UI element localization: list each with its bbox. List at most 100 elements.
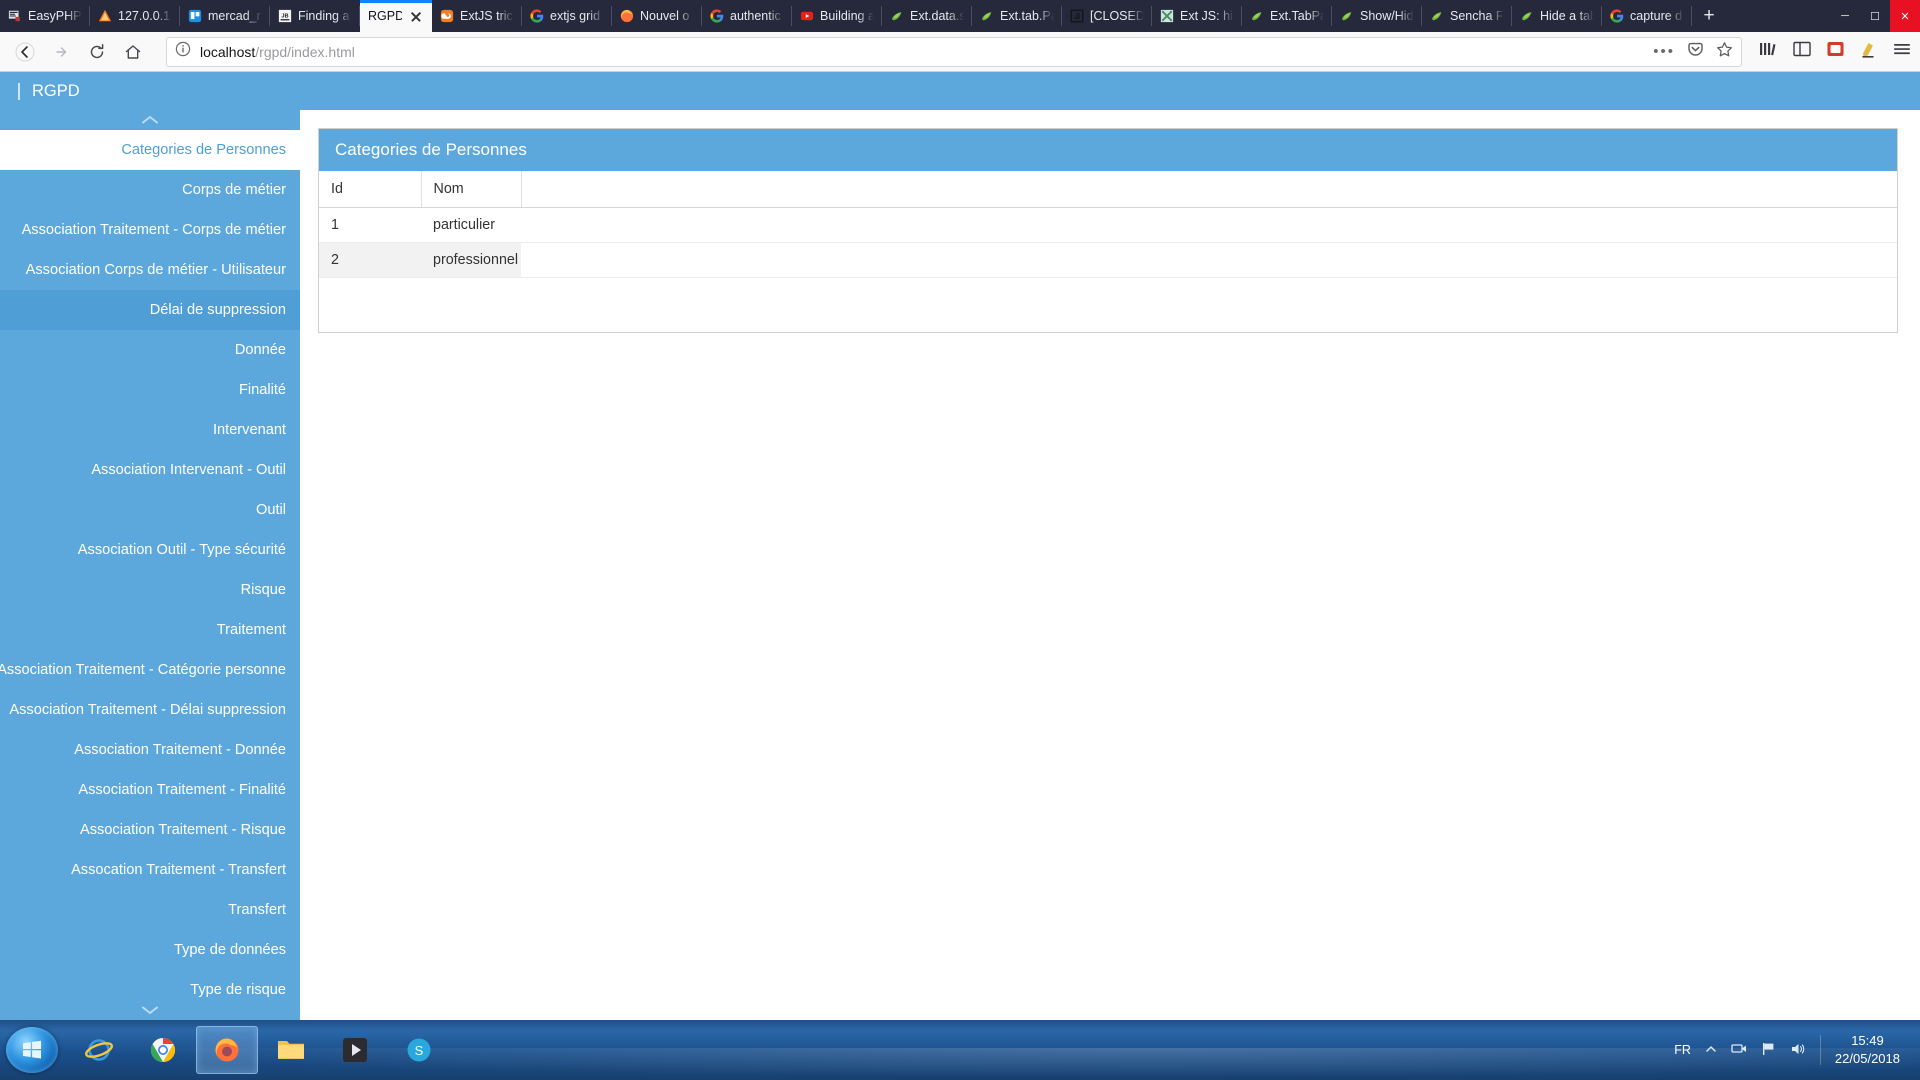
highlighter-icon[interactable] xyxy=(1859,40,1878,63)
browser-tab[interactable]: JB Finding a xyxy=(270,0,360,32)
minimize-button[interactable]: ─ xyxy=(1830,0,1860,32)
browser-tab[interactable]: Building a xyxy=(792,0,882,32)
browser-tab[interactable]: [CLOSED] xyxy=(1062,0,1152,32)
browser-tab[interactable]: capture d xyxy=(1602,0,1692,32)
browser-tab-active[interactable]: RGPD xyxy=(360,0,432,32)
star-icon[interactable] xyxy=(1716,41,1733,63)
pocket-icon[interactable] xyxy=(1687,41,1704,63)
page-actions-icon[interactable]: ••• xyxy=(1653,43,1675,60)
taskbar-item-file-explorer[interactable] xyxy=(260,1026,322,1074)
sidebar-item-label: Association Outil - Type sécurité xyxy=(77,542,286,558)
sidebar-item[interactable]: Association Traitement - Catégorie perso… xyxy=(0,650,300,690)
chevron-down-icon[interactable] xyxy=(0,1000,300,1020)
home-button[interactable] xyxy=(116,36,150,68)
browser-tab[interactable]: Ext JS: hid xyxy=(1152,0,1242,32)
sencha-icon xyxy=(1340,9,1354,23)
browser-tab[interactable]: Ext.TabPa xyxy=(1242,0,1332,32)
url-text[interactable]: localhost/rgpd/index.html xyxy=(200,44,1644,60)
sidebar-item[interactable]: Association Corps de métier - Utilisateu… xyxy=(0,250,300,290)
taskbar-item-firefox[interactable] xyxy=(196,1026,258,1074)
close-window-button[interactable]: ✕ xyxy=(1890,0,1920,32)
tray-language[interactable]: FR xyxy=(1674,1043,1691,1057)
start-button[interactable] xyxy=(6,1027,58,1073)
taskbar-item-chrome[interactable] xyxy=(132,1026,194,1074)
tab-title: Finding a xyxy=(298,9,350,23)
browser-tab[interactable]: ExtJS trick xyxy=(432,0,522,32)
sidebar-item[interactable]: Association Traitement - Délai suppressi… xyxy=(0,690,300,730)
sidebar-item[interactable]: Corps de métier xyxy=(0,170,300,210)
url-path: /rgpd/index.html xyxy=(255,43,355,60)
url-actions: ••• xyxy=(1653,41,1733,63)
browser-tab[interactable]: 127.0.0.1 xyxy=(90,0,180,32)
tab-title: capture d xyxy=(1630,9,1683,23)
library-icon[interactable] xyxy=(1758,40,1778,63)
sidebar-item[interactable]: Association Traitement - Risque xyxy=(0,810,300,850)
sidebar-item-label: Type de données xyxy=(174,942,286,958)
maximize-button[interactable]: ☐ xyxy=(1860,0,1890,32)
sidebar-item[interactable]: Assocation Traitement - Transfert xyxy=(0,850,300,890)
clock[interactable]: 15:49 22/05/2018 xyxy=(1835,1032,1900,1067)
sidebar-item[interactable]: Association Traitement - Donnée xyxy=(0,730,300,770)
table-row[interactable]: 2 professionnel xyxy=(319,242,1897,278)
browser-tab[interactable]: Hide a tab xyxy=(1512,0,1602,32)
table-row[interactable]: 1 particulier xyxy=(319,207,1897,243)
volume-icon[interactable] xyxy=(1790,1042,1806,1059)
sidebar-item[interactable]: Transfert xyxy=(0,890,300,930)
back-button[interactable] xyxy=(8,36,42,68)
sidebar-item[interactable]: Délai de suppression xyxy=(0,290,300,330)
flag-icon[interactable] xyxy=(1761,1042,1776,1059)
sidebar-item-label: Intervenant xyxy=(212,422,286,438)
tab-title: Nouvel o xyxy=(640,9,690,23)
new-tab-button[interactable]: + xyxy=(1692,0,1726,32)
sidebar-item-label: Association Traitement - Délai suppressi… xyxy=(9,702,286,718)
sidebar-item[interactable]: Outil xyxy=(0,490,300,530)
sidebar-item[interactable]: Traitement xyxy=(0,610,300,650)
browser-tab[interactable]: mercad_r xyxy=(180,0,270,32)
grid-column-header[interactable]: Id xyxy=(319,171,422,208)
browser-tab[interactable]: extjs grid xyxy=(522,0,612,32)
browser-tab[interactable]: Sencha Fi xyxy=(1422,0,1512,32)
sidebar-item[interactable]: Donnée xyxy=(0,330,300,370)
browser-tab[interactable]: Show/Hid xyxy=(1332,0,1422,32)
chevron-up-icon[interactable] xyxy=(0,110,300,130)
sidebar-item[interactable]: Intervenant xyxy=(0,410,300,450)
sidebar-item-label: Type de risque xyxy=(190,982,286,998)
sidebar-item[interactable]: Association Traitement - Finalité xyxy=(0,770,300,810)
sidebar-item-label: Association Traitement - Catégorie perso… xyxy=(0,662,286,678)
chevron-up-icon[interactable] xyxy=(1705,1043,1717,1057)
grid-column-header[interactable]: Nom xyxy=(421,171,522,208)
sidebar-item[interactable]: Association Outil - Type sécurité xyxy=(0,530,300,570)
tab-title: authentic xyxy=(730,9,781,23)
sidebar-item[interactable]: Association Intervenant - Outil xyxy=(0,450,300,490)
sidebar-item[interactable]: Type de données xyxy=(0,930,300,970)
sidebar-item[interactable]: Type de risque xyxy=(0,970,300,1000)
sidebar-item[interactable]: Risque xyxy=(0,570,300,610)
sidebar-item[interactable]: Categories de Personnes xyxy=(0,130,300,170)
browser-tab[interactable]: authentic xyxy=(702,0,792,32)
sidebar-item[interactable]: Association Traitement - Corps de métier xyxy=(0,210,300,250)
hamburger-menu-icon[interactable] xyxy=(1892,40,1912,63)
reload-button[interactable] xyxy=(80,36,114,68)
tab-title: extjs grid xyxy=(550,9,601,23)
screenshot-icon[interactable] xyxy=(1826,40,1845,63)
browser-tab[interactable]: Ext.data.s xyxy=(882,0,972,32)
forward-button[interactable] xyxy=(44,36,78,68)
taskbar-item-skype[interactable]: S xyxy=(388,1026,450,1074)
taskbar-item-media-player[interactable] xyxy=(324,1026,386,1074)
sidebar-item-label: Donnée xyxy=(234,342,286,358)
browser-tab[interactable]: Ext.tab.Pa xyxy=(972,0,1062,32)
tab-title: Hide a tab xyxy=(1540,9,1594,23)
sidebar-icon[interactable] xyxy=(1792,40,1812,63)
network-icon[interactable] xyxy=(1731,1042,1747,1059)
url-bar[interactable]: localhost/rgpd/index.html ••• xyxy=(166,36,1742,67)
grid-column-header[interactable] xyxy=(521,171,1897,208)
svg-text:JB: JB xyxy=(281,13,288,19)
browser-tab[interactable]: EasyPHP xyxy=(0,0,90,32)
tab-title: Sencha Fi xyxy=(1450,9,1504,23)
info-circle-icon[interactable] xyxy=(175,41,191,62)
close-tab-icon[interactable] xyxy=(408,8,424,24)
sidebar-item-label: Categories de Personnes xyxy=(121,142,286,158)
taskbar-item-internet-explorer[interactable] xyxy=(68,1026,130,1074)
browser-tab[interactable]: Nouvel o xyxy=(612,0,702,32)
sidebar-item[interactable]: Finalité xyxy=(0,370,300,410)
